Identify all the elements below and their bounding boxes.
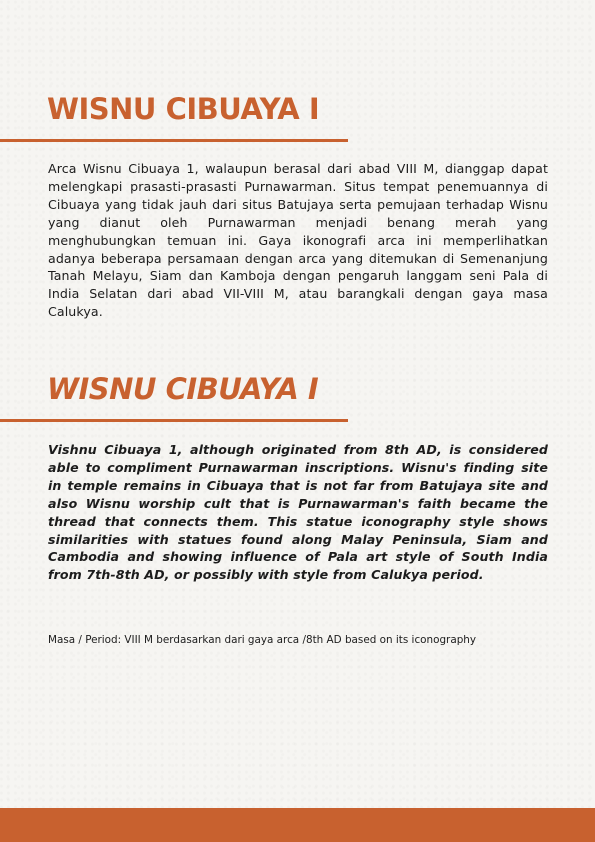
section-title-indonesian: WISNU CIBUAYA I [47,92,320,126]
title-underline [0,139,348,142]
section-title-english: WISNU CIBUAYA I [47,372,319,406]
footer-bar [0,808,595,842]
period-note: Masa / Period: VIII M berdasarkan dari g… [48,634,477,646]
description-english: Vishnu Cibuaya 1, although originated fr… [48,442,548,583]
title-underline [0,419,348,422]
description-indonesian: Arca Wisnu Cibuaya 1, walaupun berasal d… [48,161,548,320]
